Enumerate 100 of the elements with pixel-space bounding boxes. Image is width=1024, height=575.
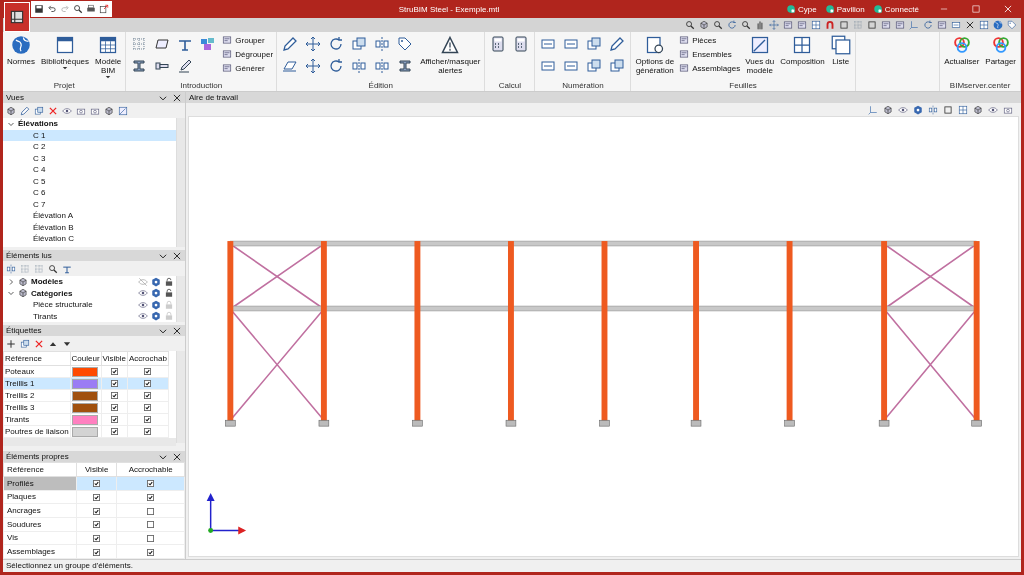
checkbox[interactable]	[144, 404, 152, 412]
camera-icon[interactable]	[90, 105, 100, 116]
rotate-icon[interactable]	[328, 36, 345, 52]
column-header[interactable]: Référence	[3, 351, 71, 366]
calculator-icon[interactable]	[513, 36, 530, 52]
hand-icon[interactable]	[755, 20, 765, 30]
gear-icon[interactable]	[151, 276, 161, 287]
export-icon[interactable]	[99, 4, 109, 14]
axes-icon[interactable]	[868, 104, 878, 115]
rotate-icon[interactable]	[923, 20, 933, 30]
tree-item[interactable]: C 6	[3, 187, 176, 199]
ribbon-button[interactable]: Options de génération	[634, 34, 676, 76]
camera-icon[interactable]	[1003, 104, 1013, 115]
account-link[interactable]: Cype	[786, 4, 817, 14]
gear-icon[interactable]	[913, 104, 923, 115]
checkbox[interactable]	[93, 480, 101, 488]
label-icon[interactable]	[951, 20, 961, 30]
panels-icon[interactable]	[811, 20, 821, 30]
save-icon[interactable]	[34, 4, 44, 14]
ribbon-button[interactable]: Modèle BIM	[94, 34, 123, 80]
checkbox[interactable]	[110, 428, 118, 436]
move-icon[interactable]	[305, 58, 322, 74]
checkbox[interactable]	[144, 392, 152, 400]
column-header[interactable]: Visible	[76, 462, 117, 477]
column-header[interactable]: Couleur	[70, 351, 102, 366]
app-logo-icon[interactable]	[4, 2, 30, 32]
move-icon[interactable]	[305, 36, 322, 52]
tree-item[interactable]: C 4	[3, 164, 176, 176]
copy-icon[interactable]	[351, 36, 368, 52]
magnet-icon[interactable]	[825, 20, 835, 30]
ribbon-button[interactable]: Vues du modèle	[744, 34, 776, 76]
close-icon[interactable]	[965, 20, 975, 30]
tree-item[interactable]: Élévation C	[3, 233, 176, 245]
color-swatch[interactable]	[71, 426, 98, 437]
color-swatch[interactable]	[71, 366, 98, 377]
mirror-icon[interactable]	[6, 263, 16, 274]
mirror-icon[interactable]	[374, 58, 391, 74]
ribbon-button[interactable]: Bibliothèques	[40, 34, 91, 71]
scrollbar[interactable]	[176, 118, 185, 247]
ribbon-button[interactable]: Assemblages	[679, 63, 741, 73]
search-icon[interactable]	[741, 20, 751, 30]
copy-icon[interactable]	[609, 58, 626, 74]
tree-item[interactable]: Élévations	[18, 119, 58, 129]
checkbox[interactable]	[110, 392, 118, 400]
checkbox[interactable]	[93, 493, 101, 501]
search-icon[interactable]	[48, 263, 58, 274]
account-link[interactable]: Connecté	[872, 4, 919, 14]
ribbon-button[interactable]: Pièces	[679, 35, 741, 45]
tree-item[interactable]: Élévation A	[3, 210, 176, 222]
ribbon-button[interactable]: Afficher/masquer alertes	[419, 34, 482, 76]
scrollbar[interactable]	[176, 276, 185, 322]
cluster-icon[interactable]	[200, 36, 217, 52]
tree-item[interactable]: C 2	[3, 141, 176, 153]
panels-icon[interactable]	[979, 20, 989, 30]
copy-icon[interactable]	[20, 338, 30, 349]
lock-icon[interactable]	[164, 288, 174, 299]
tag-icon[interactable]	[397, 36, 414, 52]
tree-item[interactable]: Élévation B	[3, 221, 176, 233]
scrollbar[interactable]	[176, 351, 185, 443]
view-icon[interactable]	[797, 20, 807, 30]
square-icon[interactable]	[943, 104, 953, 115]
color-swatch[interactable]	[71, 402, 98, 413]
search-icon[interactable]	[685, 20, 695, 30]
checkbox[interactable]	[144, 428, 152, 436]
rotate-icon[interactable]	[328, 58, 345, 74]
square-icon[interactable]	[839, 20, 849, 30]
tree-item[interactable]: Modèles	[31, 277, 135, 287]
ribbon-button[interactable]: Grouper	[222, 35, 274, 45]
column-header[interactable]: Accrochab	[127, 351, 169, 366]
checkbox[interactable]	[93, 521, 101, 529]
pencil-icon[interactable]	[20, 105, 30, 116]
ribbon-button[interactable]: Ensembles	[679, 49, 741, 59]
tree-item[interactable]: Catégories	[31, 288, 135, 298]
tree-item[interactable]: Pièce structurale	[7, 300, 135, 310]
close-icon[interactable]	[172, 92, 182, 103]
checkbox[interactable]	[144, 380, 152, 388]
cube-icon[interactable]	[104, 105, 114, 116]
color-swatch[interactable]	[71, 390, 98, 401]
cube-icon[interactable]	[6, 105, 16, 116]
mirror-icon[interactable]	[374, 36, 391, 52]
checkbox[interactable]	[93, 548, 101, 556]
color-swatch[interactable]	[71, 414, 98, 425]
view-icon[interactable]	[895, 20, 905, 30]
column-header[interactable]: Référence	[3, 462, 77, 477]
pencil-icon[interactable]	[282, 36, 299, 52]
search-icon[interactable]	[713, 20, 723, 30]
tree-item[interactable]: C 5	[3, 175, 176, 187]
color-swatch[interactable]	[71, 378, 98, 389]
delete-icon[interactable]	[48, 105, 58, 116]
lock-icon[interactable]	[164, 276, 174, 287]
search-icon[interactable]	[73, 4, 83, 14]
mirror-icon[interactable]	[928, 104, 938, 115]
account-link[interactable]: Pavilion	[824, 4, 865, 14]
section-icon[interactable]	[62, 263, 72, 274]
ribbon-button[interactable]: Partager	[984, 34, 1017, 67]
cube-icon[interactable]	[883, 104, 893, 115]
ribbon-button[interactable]: Composition	[779, 34, 826, 67]
checkbox[interactable]	[110, 416, 118, 424]
column-header[interactable]: Visible	[101, 351, 128, 366]
rotate-icon[interactable]	[727, 20, 737, 30]
